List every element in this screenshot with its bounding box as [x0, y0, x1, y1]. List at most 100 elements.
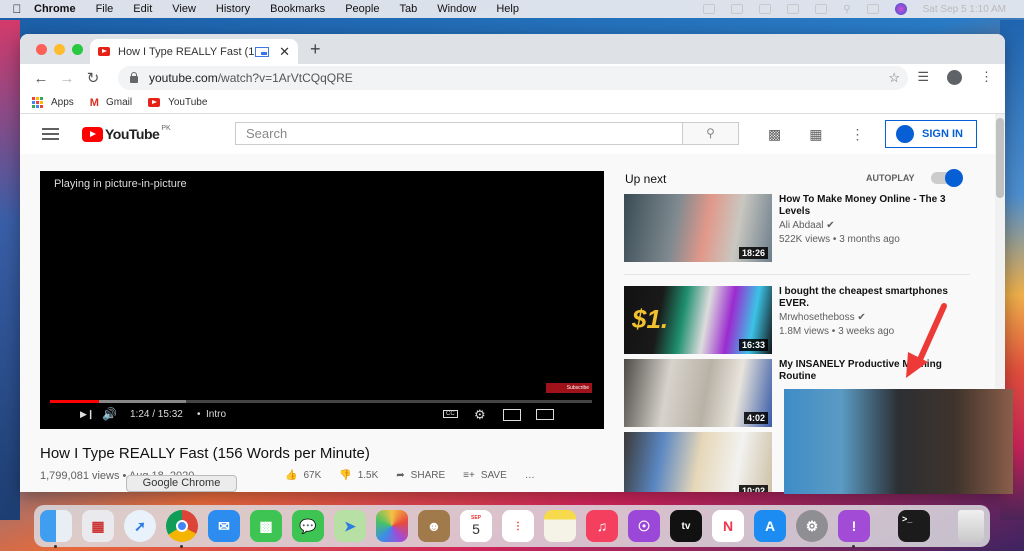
chapter-label[interactable]: Intro	[206, 409, 226, 420]
dock-podcasts-icon[interactable]: ☉	[628, 510, 660, 542]
dock-feedback-icon[interactable]: !	[838, 510, 870, 548]
video-thumbnail[interactable]: 4:02	[624, 359, 772, 427]
volume-icon[interactable]: 🔊	[102, 407, 117, 421]
dock-news-icon[interactable]: N	[712, 510, 744, 542]
dock-system-preferences-icon[interactable]: ⚙	[796, 510, 828, 542]
dock-chrome-icon[interactable]	[166, 510, 198, 548]
menu-tab[interactable]: Tab	[399, 3, 417, 15]
new-tab-button[interactable]: +	[310, 39, 321, 60]
recommendation-item[interactable]: 18:26 How To Make Money Online - The 3 L…	[624, 194, 974, 262]
lock-icon[interactable]	[130, 71, 138, 83]
dock-terminal-icon[interactable]: >_	[898, 510, 930, 542]
menu-history[interactable]: History	[216, 3, 250, 15]
bookmark-gmail[interactable]: M Gmail	[90, 97, 132, 109]
dock-finder-icon[interactable]	[40, 510, 72, 548]
bookmark-youtube[interactable]: YouTube	[148, 97, 207, 108]
picture-in-picture-window[interactable]	[784, 389, 1013, 494]
youtube-logo[interactable]: YouTube PK	[82, 125, 171, 142]
sign-in-button[interactable]: SIGN IN	[885, 120, 977, 148]
hamburger-menu-icon[interactable]	[42, 128, 59, 140]
menu-view[interactable]: View	[172, 3, 196, 15]
progress-bar[interactable]	[50, 400, 592, 403]
dock-music-icon[interactable]: ♫	[586, 510, 618, 542]
settings-gear-icon[interactable]: ⚙	[474, 407, 486, 423]
bookmark-apps[interactable]: Apps	[32, 97, 74, 108]
channel-name: Ali Abdaal	[779, 220, 824, 231]
save-button[interactable]: ≡+ SAVE	[463, 470, 507, 481]
search-spotlight-icon[interactable]: ⚲	[843, 4, 850, 15]
dock-app-store-icon[interactable]: A	[754, 510, 786, 542]
youtube-favicon-icon	[98, 47, 110, 56]
headphones-icon[interactable]	[815, 4, 828, 14]
search-input[interactable]: Search	[235, 122, 683, 145]
menu-window[interactable]: Window	[437, 3, 476, 15]
menu-edit[interactable]: Edit	[133, 3, 152, 15]
media-controls-icon[interactable]: ☰	[917, 69, 929, 85]
next-icon[interactable]: ▶❙	[80, 409, 94, 420]
captions-icon[interactable]: CC	[443, 410, 458, 418]
dock-reminders-icon[interactable]: ⋮	[502, 510, 534, 542]
dock-mail-icon[interactable]: ✉	[208, 510, 240, 542]
dock-trash-icon[interactable]	[958, 510, 984, 542]
video-player[interactable]: Playing in picture-in-picture Subscribe …	[40, 171, 604, 429]
chrome-menu-icon[interactable]: ⋮	[980, 69, 993, 85]
dock-messages-icon[interactable]: 💬	[292, 510, 324, 542]
bookmark-star-icon[interactable]: ☆	[888, 70, 900, 86]
rec-channel[interactable]: Mrwhosetheboss ✔	[779, 312, 866, 323]
settings-menu-icon[interactable]: ⋮	[850, 126, 864, 143]
scrollbar-thumb[interactable]	[996, 118, 1004, 198]
forward-icon[interactable]: →	[54, 70, 80, 87]
record-icon[interactable]	[703, 4, 716, 14]
dock-photos-icon[interactable]	[376, 510, 408, 542]
dock-safari-icon[interactable]: ➚	[124, 510, 156, 542]
dislike-button[interactable]: 👎 1.5K	[339, 470, 378, 481]
profile-icon[interactable]	[947, 69, 962, 85]
menu-help[interactable]: Help	[496, 3, 519, 15]
dock-contacts-icon[interactable]: ☻	[418, 510, 450, 542]
search-button[interactable]: ⚲	[682, 122, 739, 145]
gmail-icon: M	[89, 96, 99, 109]
video-thumbnail[interactable]: $1. 16:33	[624, 286, 772, 354]
miniplayer-icon[interactable]	[503, 409, 521, 421]
menu-bookmarks[interactable]: Bookmarks	[270, 3, 325, 15]
menu-people[interactable]: People	[345, 3, 379, 15]
dock-maps-icon[interactable]: ➤	[334, 510, 366, 542]
address-bar[interactable]: youtube.com/watch?v=1ArVtCQqQRE ☆	[118, 66, 908, 90]
video-thumbnail[interactable]: 10:02	[624, 432, 772, 492]
menu-file[interactable]: File	[96, 3, 114, 15]
rec-channel[interactable]: Ali Abdaal ✔	[779, 220, 835, 231]
autoplay-toggle[interactable]	[931, 169, 963, 187]
dock-facetime-icon[interactable]: ▩	[250, 510, 282, 542]
dock-notes-icon[interactable]	[544, 510, 576, 542]
close-window-button[interactable]	[36, 44, 47, 55]
apps-icon[interactable]: ▦	[809, 126, 822, 143]
minimize-window-button[interactable]	[54, 44, 65, 55]
share-button[interactable]: ➦ SHARE	[396, 470, 445, 481]
close-tab-icon[interactable]: ✕	[279, 44, 290, 60]
search-icon: ⚲	[706, 126, 715, 140]
zoom-window-button[interactable]	[72, 44, 83, 55]
tab-youtube[interactable]: How I Type REALLY Fast (1 ✕	[90, 39, 298, 64]
rec-title[interactable]: How To Make Money Online - The 3 Levels	[779, 194, 959, 218]
control-center-icon[interactable]	[866, 4, 879, 14]
like-button[interactable]: 👍 67K	[285, 470, 321, 481]
dock-launchpad-icon[interactable]: ▦	[82, 510, 114, 542]
calendar-status-icon[interactable]	[759, 4, 772, 14]
picture-in-picture-icon[interactable]	[255, 46, 270, 57]
more-actions-icon[interactable]: …	[525, 470, 535, 481]
folder-icon[interactable]	[731, 4, 744, 14]
video-thumbnail[interactable]: 18:26	[624, 194, 772, 262]
subscribe-watermark[interactable]: Subscribe	[546, 383, 592, 393]
display-icon[interactable]	[787, 4, 800, 14]
dock-tv-icon[interactable]: tv	[670, 510, 702, 542]
reload-icon[interactable]: ↻	[80, 69, 106, 87]
toggle-knob	[945, 169, 963, 187]
dock-calendar-icon[interactable]: SEP 5	[460, 510, 492, 542]
siri-icon[interactable]	[894, 3, 907, 15]
clock[interactable]: Sat Sep 5 1:10 AM	[923, 4, 1006, 15]
theater-mode-icon[interactable]	[536, 409, 554, 420]
create-video-icon[interactable]: ▩	[768, 126, 781, 143]
apple-menu-icon[interactable]: 	[0, 2, 34, 16]
back-icon[interactable]: ←	[28, 70, 54, 87]
menu-app-name[interactable]: Chrome	[34, 3, 76, 15]
